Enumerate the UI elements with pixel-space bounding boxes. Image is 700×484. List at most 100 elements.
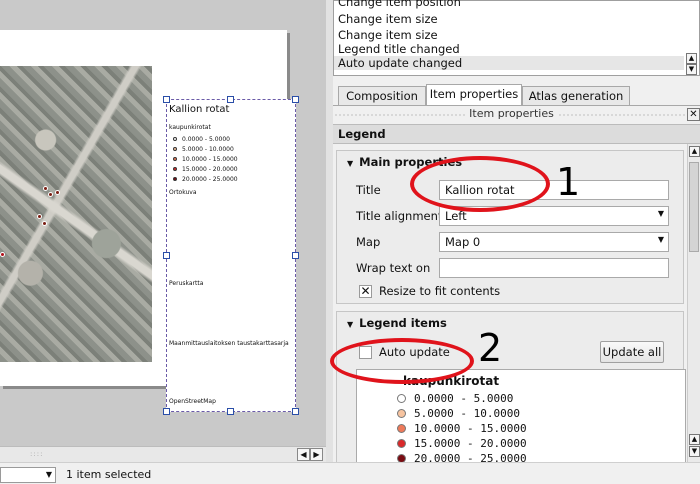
resize-handle[interactable] [227, 408, 234, 415]
print-page: Kallion rotat kaupunkirotat 0.0000 - 5.0… [0, 30, 299, 415]
resize-handle[interactable] [227, 96, 234, 103]
undo-item[interactable]: Change item size [338, 12, 438, 26]
scroll-up-icon[interactable]: ▲ [689, 434, 700, 445]
tree-class-label: 0.0000 - 5.0000 [414, 392, 514, 405]
class-color-icon [397, 454, 406, 462]
tree-class-item[interactable]: 0.0000 - 5.0000 [397, 392, 513, 405]
legend-class-label: 10.0000 - 15.0000 [182, 156, 238, 163]
tab-bar: Composition Item properties Atlas genera… [333, 84, 700, 106]
wrap-text-label: Wrap text on [356, 261, 431, 275]
collapse-triangle-icon[interactable]: ▼ [347, 159, 353, 168]
undo-history-list[interactable]: Change item position Change item size Ch… [333, 0, 700, 76]
annotation-number: 1 [556, 160, 581, 204]
legend-swatch [173, 137, 177, 141]
tab-atlas-generation[interactable]: Atlas generation [522, 86, 630, 106]
resize-handle[interactable] [163, 252, 170, 259]
annotation-ellipse [410, 156, 550, 212]
tree-class-label: 20.0000 - 25.0000 [414, 452, 527, 462]
undo-item[interactable]: Legend title changed [338, 42, 460, 56]
point-feature [42, 221, 47, 226]
legend-group-name: OpenStreetMap [169, 398, 216, 405]
legend-items-label: Legend items [359, 316, 447, 330]
wrap-text-input[interactable] [439, 258, 669, 278]
title-label: Title [356, 183, 381, 197]
map-select-value: Map 0 [445, 235, 481, 249]
scroll-right-icon[interactable]: ▶ [310, 448, 323, 461]
resize-handle[interactable] [292, 252, 299, 259]
legend-class-label: 20.0000 - 25.0000 [182, 176, 238, 183]
class-color-icon [397, 394, 406, 403]
tab-composition[interactable]: Composition [338, 86, 426, 106]
close-icon[interactable]: ✕ [687, 108, 700, 121]
annotation-ellipse [330, 338, 474, 384]
composer-canvas[interactable]: Kallion rotat kaupunkirotat 0.0000 - 5.0… [0, 0, 326, 446]
point-feature [0, 252, 5, 257]
map-select[interactable]: Map 0 ▼ [439, 232, 669, 252]
scroll-left-icon[interactable]: ◀ [297, 448, 310, 461]
scroll-grip[interactable]: :::: [30, 450, 70, 460]
scroll-up-icon[interactable]: ▲ [686, 53, 697, 64]
update-all-button[interactable]: Update all [600, 341, 664, 363]
resize-handle[interactable] [292, 96, 299, 103]
point-feature [37, 214, 42, 219]
undo-item-selected[interactable]: Auto update changed [334, 56, 684, 70]
tree-class-item[interactable]: 15.0000 - 20.0000 [397, 437, 527, 450]
legend-swatch [173, 177, 177, 181]
scroll-down-icon[interactable]: ▼ [689, 446, 700, 457]
tree-class-item[interactable]: 5.0000 - 10.0000 [397, 407, 520, 420]
zoom-select[interactable]: ▼ [0, 467, 56, 483]
legend-class-row: 10.0000 - 15.0000 [173, 156, 238, 163]
legend-class-row: 15.0000 - 20.0000 [173, 166, 238, 173]
legend-swatch [173, 167, 177, 171]
legend-class-row: 20.0000 - 25.0000 [173, 176, 238, 183]
tree-class-item[interactable]: 10.0000 - 15.0000 [397, 422, 527, 435]
class-color-icon [397, 439, 406, 448]
tab-item-properties[interactable]: Item properties [426, 84, 522, 105]
map-item[interactable] [0, 66, 152, 362]
scroll-up-icon[interactable]: ▲ [689, 146, 700, 157]
tree-class-label: 10.0000 - 15.0000 [414, 422, 527, 435]
tree-class-label: 15.0000 - 20.0000 [414, 437, 527, 450]
resize-handle[interactable] [163, 96, 170, 103]
point-feature [43, 186, 48, 191]
resize-to-fit-label: Resize to fit contents [379, 284, 501, 298]
scroll-down-icon[interactable]: ▼ [686, 64, 697, 75]
resize-to-fit-checkbox[interactable]: ✕ [359, 285, 372, 298]
status-text: 1 item selected [66, 468, 152, 481]
legend-items-group: ▼ Legend items Auto update Update all kau… [336, 311, 686, 462]
point-feature [55, 190, 60, 195]
annotation-number: 2 [478, 326, 503, 370]
legend-swatch [173, 147, 177, 151]
legend-group-name: Peruskartta [169, 280, 204, 287]
tree-class-item[interactable]: 20.0000 - 25.0000 [397, 452, 527, 462]
undo-item[interactable]: Change item size [338, 28, 438, 42]
undo-item[interactable]: Change item position [338, 0, 461, 9]
legend-class-row: 5.0000 - 10.0000 [173, 146, 234, 153]
vertical-scrollbar[interactable]: ▲ ▲ ▼ [687, 144, 700, 462]
legend-item[interactable]: Kallion rotat kaupunkirotat 0.0000 - 5.0… [163, 96, 299, 415]
legend-items-header[interactable]: ▼ Legend items [347, 316, 447, 330]
resize-handle[interactable] [163, 408, 170, 415]
legend-class-label: 0.0000 - 5.0000 [182, 136, 230, 143]
dropdown-arrow-icon[interactable]: ▼ [658, 235, 664, 244]
point-feature [48, 192, 53, 197]
panel-splitter[interactable] [326, 0, 333, 462]
legend-class-row: 0.0000 - 5.0000 [173, 136, 230, 143]
legend-class-label: 5.0000 - 10.0000 [182, 146, 234, 153]
legend-swatch [173, 157, 177, 161]
legend-class-label: 15.0000 - 20.0000 [182, 166, 238, 173]
dropdown-arrow-icon[interactable]: ▼ [658, 209, 664, 218]
scroll-thumb[interactable] [689, 162, 699, 252]
status-bar: ▼ 1 item selected [0, 462, 700, 484]
dropdown-arrow-icon[interactable]: ▼ [43, 468, 55, 482]
resize-handle[interactable] [292, 408, 299, 415]
dock-title-text: Item properties [465, 107, 558, 120]
legend-group-name: Ortokuva [169, 189, 197, 196]
collapse-triangle-icon[interactable]: ▼ [347, 320, 353, 329]
dock-title: Item properties [335, 107, 688, 123]
legend-layer-name: kaupunkirotat [169, 124, 211, 131]
legend-title-text: Kallion rotat [169, 104, 230, 115]
section-title: Legend [333, 124, 700, 144]
class-color-icon [397, 409, 406, 418]
horizontal-scrollbar[interactable]: :::: ◀ ▶ [0, 446, 326, 462]
